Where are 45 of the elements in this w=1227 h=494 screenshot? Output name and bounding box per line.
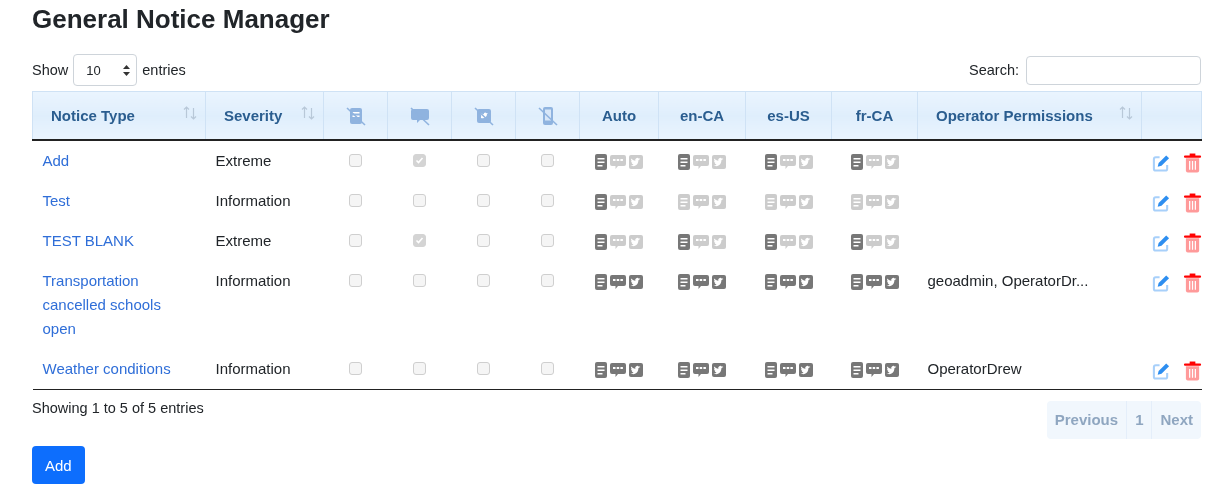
operators-text: geoadmin, OperatorDr... [927, 272, 1089, 289]
column-header[interactable]: Operator Permissions [917, 91, 1142, 140]
column-header: Auto [579, 91, 659, 140]
trash-icon[interactable] [1184, 361, 1202, 381]
entries-select[interactable]: 10 [73, 54, 138, 86]
notice-type-link[interactable]: Test [42, 189, 183, 213]
trash-icon[interactable] [1184, 153, 1202, 173]
severity-text: Information [215, 192, 291, 209]
no-document-icon [344, 104, 367, 127]
no-sms-icon [408, 104, 431, 127]
trash-icon[interactable] [1184, 273, 1202, 293]
edit-icon[interactable] [1151, 153, 1171, 173]
entries-label: entries [142, 62, 186, 78]
caret-icon [123, 64, 131, 76]
severity-text: Extreme [215, 152, 272, 169]
column-header: en-CA [658, 91, 746, 140]
add-button[interactable]: Add [32, 446, 85, 484]
show-label: Show [32, 62, 69, 78]
edit-icon[interactable] [1151, 361, 1171, 381]
notice-type-link[interactable]: TEST BLANK [42, 229, 183, 253]
no-phone-icon [536, 104, 559, 127]
search-label: Search: [969, 62, 1019, 78]
column-header[interactable]: Severity [205, 91, 324, 140]
edit-icon[interactable] [1151, 233, 1171, 253]
page-title: General Notice Manager [32, 3, 331, 36]
trash-icon[interactable] [1184, 193, 1202, 213]
column-header: fr-CA [831, 91, 918, 140]
operators-text: OperatorDrew [927, 360, 1022, 377]
severity-text: Information [215, 360, 291, 377]
no-bird-icon [472, 104, 495, 127]
search-field[interactable] [1026, 55, 1201, 85]
notice-type-link[interactable]: Add [42, 149, 183, 173]
edit-icon[interactable] [1151, 273, 1171, 293]
severity-text: Information [215, 272, 291, 289]
notice-type-link[interactable]: Transportation cancelled schools open [42, 269, 183, 341]
sort-icon [301, 106, 315, 120]
notice-type-link[interactable]: Weather conditions [42, 357, 183, 381]
sort-icon [183, 106, 197, 120]
entries-info: Showing 1 to 5 of 5 entries [32, 400, 204, 416]
sort-icon [1119, 106, 1133, 120]
column-header[interactable]: Notice Type [32, 91, 206, 140]
severity-text: Extreme [215, 232, 272, 249]
edit-icon[interactable] [1151, 193, 1171, 213]
column-header: es-US [745, 91, 832, 140]
trash-icon[interactable] [1184, 233, 1202, 253]
